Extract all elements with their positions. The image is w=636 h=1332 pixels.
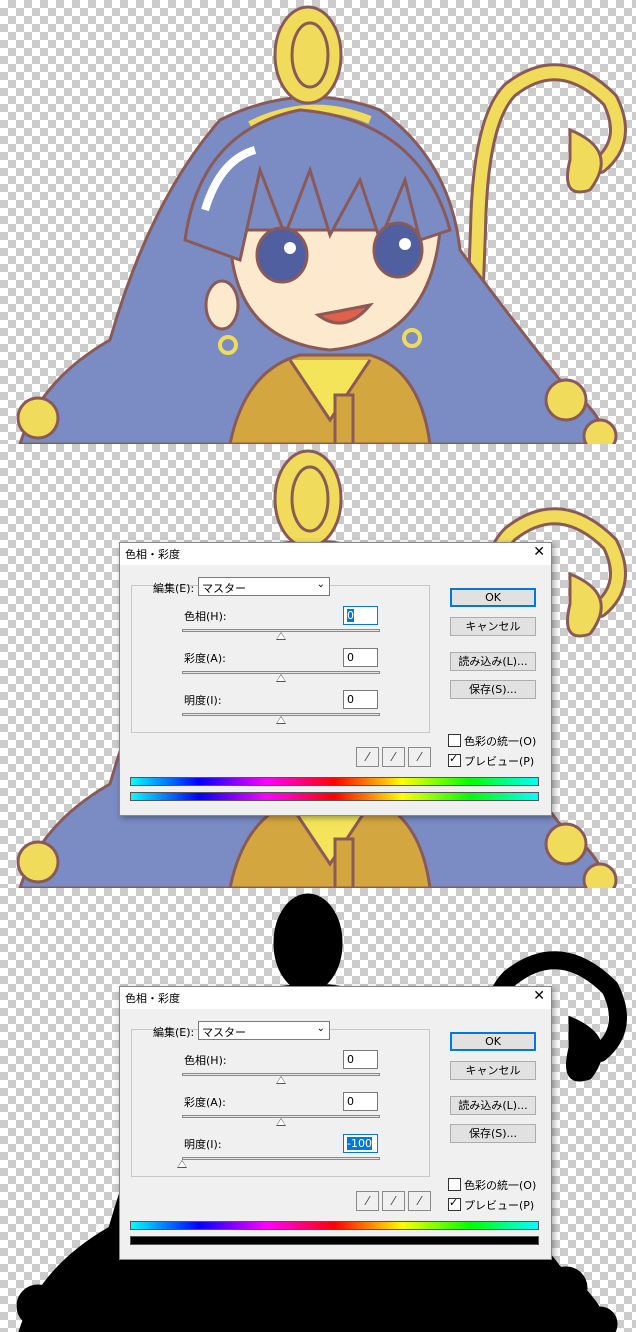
lightness-label: 明度(I): [184,1138,222,1151]
adjustment-group [131,585,430,733]
saturation-slider-thumb[interactable] [276,1118,286,1126]
hue-label: 色相(H): [184,610,227,623]
saturation-label: 彩度(A): [184,652,226,665]
result-color-bar [130,1236,539,1245]
load-button[interactable]: 読み込み(L)... [450,652,536,671]
dialog-titlebar: 色相・彩度 ✕ [120,543,551,565]
source-color-bar [130,777,539,786]
eyedropper-icon[interactable]: ⁄ [356,747,379,767]
hue-label: 色相(H): [184,1054,227,1067]
cancel-button[interactable]: キャンセル [450,617,536,636]
save-button[interactable]: 保存(S)... [450,1124,536,1143]
eyedropper-plus-icon[interactable]: ⁄ [382,747,405,767]
colorize-checkbox[interactable]: 色彩の統一(O) [448,733,536,749]
preview-checkbox[interactable]: プレビュー(P) [448,752,535,769]
load-button[interactable]: 読み込み(L)... [450,1096,536,1115]
ok-button[interactable]: OK [450,588,536,607]
ok-button[interactable]: OK [450,1032,536,1051]
lightness-slider-track[interactable] [182,1157,380,1160]
eyedropper-icon[interactable]: ⁄ [356,1191,379,1211]
lightness-input[interactable]: 0 [343,690,378,709]
colorize-label: 色彩の統一(O) [464,1179,537,1192]
eyedropper-minus-icon[interactable]: ⁄ [408,1191,431,1211]
edit-select[interactable]: マスター ⌄ [198,577,330,596]
preview-label: プレビュー(P) [464,1199,535,1212]
edit-label: 編集(E): [153,1026,195,1039]
colorize-checkbox[interactable]: 色彩の統一(O) [448,1177,536,1193]
hue-slider-thumb[interactable] [276,1076,286,1084]
adjustment-group [131,1029,430,1177]
edit-select[interactable]: マスター ⌄ [198,1021,330,1040]
lightness-input[interactable]: -100 [343,1134,378,1153]
preview-checkbox[interactable]: プレビュー(P) [448,1196,535,1213]
eyedropper-plus-icon[interactable]: ⁄ [382,1191,405,1211]
colorize-checkbox-box[interactable] [448,734,461,747]
saturation-label: 彩度(A): [184,1096,226,1109]
dialog-titlebar: 色相・彩度 ✕ [120,987,551,1009]
dialog-title: 色相・彩度 [125,548,180,561]
eyedropper-minus-icon[interactable]: ⁄ [408,747,431,767]
chevron-down-icon: ⌄ [316,579,325,590]
dialog-title: 色相・彩度 [125,992,180,1005]
canvas-panel-3: 色相・彩度 ✕ 編集(E): マスター ⌄ 色相(H): 0 彩度(A): 0 … [0,888,636,1332]
edit-label: 編集(E): [153,582,195,595]
colorize-checkbox-box[interactable] [448,1178,461,1191]
canvas-panel-2: 色相・彩度 ✕ 編集(E): マスター ⌄ 色相(H): 0 彩度(A): 0 … [0,444,636,888]
close-icon[interactable]: ✕ [533,988,545,1004]
hue-input[interactable]: 0 [343,1050,378,1069]
preview-label: プレビュー(P) [464,755,535,768]
hue-saturation-dialog: 色相・彩度 ✕ 編集(E): マスター ⌄ 色相(H): 0 彩度(A): 0 … [119,986,552,1260]
hue-saturation-dialog: 色相・彩度 ✕ 編集(E): マスター ⌄ 色相(H): 0 彩度(A): 0 … [119,542,552,816]
chevron-down-icon: ⌄ [316,1023,325,1034]
result-color-bar [130,792,539,801]
close-icon[interactable]: ✕ [533,544,545,560]
saturation-slider-thumb[interactable] [276,674,286,682]
lightness-slider-thumb[interactable] [276,716,286,724]
edit-select-value: マスター [202,1026,246,1039]
preview-checkbox-box[interactable] [448,752,461,767]
hue-slider-thumb[interactable] [276,632,286,640]
save-button[interactable]: 保存(S)... [450,680,536,699]
lightness-slider-thumb[interactable] [177,1160,187,1168]
colorize-label: 色彩の統一(O) [464,735,537,748]
lightness-label: 明度(I): [184,694,222,707]
character-artwork [16,5,627,444]
saturation-input[interactable]: 0 [343,1092,378,1111]
edit-select-value: マスター [202,582,246,595]
source-color-bar [130,1221,539,1230]
preview-checkbox-box[interactable] [448,1196,461,1211]
saturation-input[interactable]: 0 [343,648,378,667]
canvas-panel-1 [0,0,636,444]
cancel-button[interactable]: キャンセル [450,1061,536,1080]
hue-input[interactable]: 0 [343,606,378,625]
